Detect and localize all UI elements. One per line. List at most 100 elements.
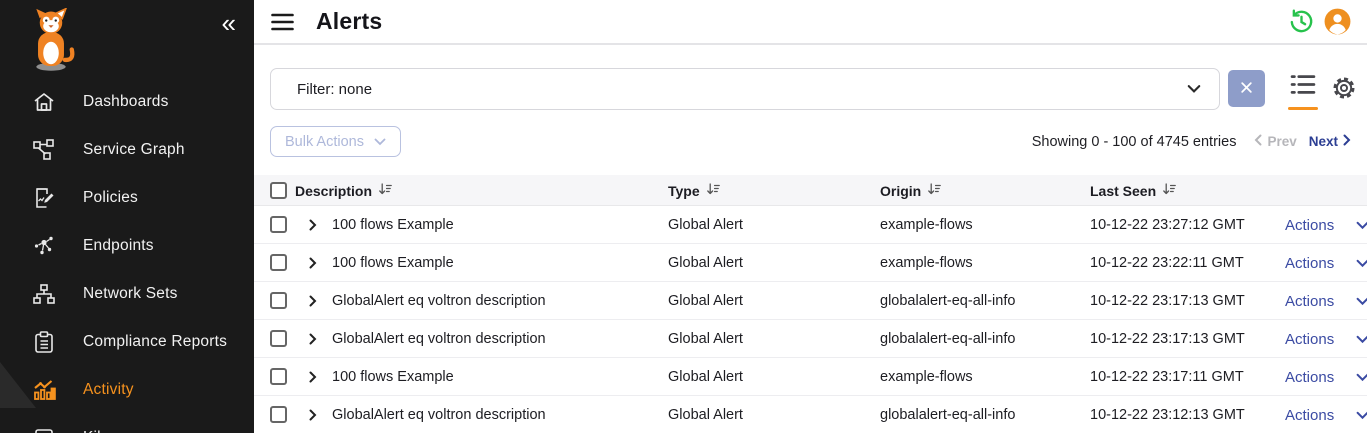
actions-label: Actions	[1285, 217, 1334, 234]
column-header-type[interactable]: Type	[668, 175, 720, 206]
column-header-last-seen[interactable]: Last Seen	[1090, 175, 1176, 206]
actions-dropdown[interactable]: Actions	[1285, 206, 1367, 244]
row-checkbox[interactable]	[270, 330, 287, 347]
alert-description: 100 flows Example	[332, 244, 454, 282]
column-header-origin[interactable]: Origin	[880, 175, 941, 206]
showing-entries-text: Showing 0 - 100 of 4745 entries	[1032, 134, 1237, 150]
alert-last-seen: 10-12-22 23:22:11 GMT	[1090, 244, 1244, 282]
sidebar-item-network-sets[interactable]: Network Sets	[0, 270, 254, 318]
page-title: Alerts	[316, 8, 382, 35]
history-icon[interactable]	[1287, 8, 1315, 36]
chevron-down-icon	[1356, 373, 1367, 382]
actions-dropdown[interactable]: Actions	[1285, 244, 1367, 282]
menu-icon[interactable]	[270, 12, 296, 32]
chevron-down-icon	[1356, 411, 1367, 420]
calico-cat-logo	[25, 8, 77, 72]
compliance-reports-icon	[31, 329, 57, 355]
list-icon	[1290, 74, 1316, 100]
actions-label: Actions	[1285, 369, 1334, 386]
next-page-button[interactable]: Next	[1309, 134, 1351, 149]
bulk-actions-button[interactable]: Bulk Actions	[270, 126, 401, 157]
actions-label: Actions	[1285, 331, 1334, 348]
sidebar-item-policies[interactable]: Policies	[0, 174, 254, 222]
alert-origin: globalalert-eq-all-info	[880, 282, 1015, 320]
select-all-checkbox[interactable]	[270, 182, 287, 199]
settings-gear-icon[interactable]	[1330, 74, 1358, 102]
alert-last-seen: 10-12-22 23:17:13 GMT	[1090, 320, 1245, 358]
list-view-tab[interactable]	[1288, 74, 1318, 110]
alert-description: 100 flows Example	[332, 206, 454, 244]
row-checkbox[interactable]	[270, 368, 287, 385]
alerts-table: Description Type Origin	[254, 175, 1367, 433]
activity-icon	[31, 377, 57, 403]
row-checkbox[interactable]	[270, 406, 287, 423]
alert-last-seen: 10-12-22 23:17:11 GMT	[1090, 358, 1244, 396]
sort-icon	[927, 182, 941, 199]
alert-type: Global Alert	[668, 206, 743, 244]
chevron-right-icon[interactable]	[309, 219, 317, 231]
topbar-actions	[1287, 8, 1351, 36]
filter-dropdown[interactable]: Filter: none	[270, 68, 1220, 110]
sidebar-item-activity[interactable]: Activity	[0, 366, 254, 414]
chevron-down-icon	[1356, 297, 1367, 306]
chevron-down-icon	[374, 134, 386, 150]
sidebar-item-label: Dashboards	[83, 93, 169, 111]
endpoints-icon	[31, 233, 57, 259]
actions-dropdown[interactable]: Actions	[1285, 320, 1367, 358]
sidebar: «	[0, 0, 254, 433]
alert-type: Global Alert	[668, 282, 743, 320]
chevron-right-icon[interactable]	[309, 295, 317, 307]
main-area: Alerts	[254, 0, 1367, 433]
column-label: Type	[668, 183, 700, 199]
sidebar-collapse-icon[interactable]: «	[222, 10, 236, 36]
sidebar-item-dashboards[interactable]: Dashboards	[0, 78, 254, 126]
actions-label: Actions	[1285, 255, 1334, 272]
column-header-description[interactable]: Description	[295, 175, 392, 206]
sidebar-item-service-graph[interactable]: Service Graph	[0, 126, 254, 174]
chevron-down-icon	[1356, 221, 1367, 230]
active-tab-underline	[1288, 107, 1318, 110]
actions-label: Actions	[1285, 407, 1334, 424]
alert-description: GlobalAlert eq voltron description	[332, 282, 546, 320]
sidebar-item-label: Endpoints	[83, 237, 154, 255]
chevron-right-icon[interactable]	[309, 333, 317, 345]
sidebar-item-label: Service Graph	[83, 141, 185, 159]
clear-filter-button[interactable]	[1228, 70, 1265, 107]
sidebar-item-label: Compliance Reports	[83, 333, 227, 351]
alert-origin: globalalert-eq-all-info	[880, 320, 1015, 358]
alert-last-seen: 10-12-22 23:17:13 GMT	[1090, 282, 1245, 320]
column-label: Last Seen	[1090, 183, 1156, 199]
sidebar-item-endpoints[interactable]: Endpoints	[0, 222, 254, 270]
sidebar-item-label: Activity	[83, 381, 134, 399]
sidebar-item-kibana[interactable]: Kibana	[0, 414, 254, 433]
alert-description: GlobalAlert eq voltron description	[332, 320, 546, 358]
chevron-right-icon[interactable]	[309, 257, 317, 269]
prev-page-button[interactable]: Prev	[1254, 134, 1296, 149]
home-icon	[31, 89, 57, 115]
alert-last-seen: 10-12-22 23:12:13 GMT	[1090, 396, 1245, 433]
service-graph-icon	[31, 137, 57, 163]
kibana-icon	[31, 425, 57, 433]
chevron-down-icon	[1356, 335, 1367, 344]
user-avatar[interactable]	[1323, 8, 1351, 36]
row-checkbox[interactable]	[270, 216, 287, 233]
actions-label: Actions	[1285, 293, 1334, 310]
chevron-right-icon	[1343, 134, 1351, 149]
row-checkbox[interactable]	[270, 254, 287, 271]
row-checkbox[interactable]	[270, 292, 287, 309]
network-sets-icon	[31, 281, 57, 307]
chevron-right-icon[interactable]	[309, 409, 317, 421]
actions-dropdown[interactable]: Actions	[1285, 396, 1367, 433]
chevron-right-icon[interactable]	[309, 371, 317, 383]
alert-description: GlobalAlert eq voltron description	[332, 396, 546, 433]
policies-icon	[31, 185, 57, 211]
actions-dropdown[interactable]: Actions	[1285, 358, 1367, 396]
alert-last-seen: 10-12-22 23:27:12 GMT	[1090, 206, 1245, 244]
close-icon	[1240, 81, 1253, 97]
alert-type: Global Alert	[668, 244, 743, 282]
actions-dropdown[interactable]: Actions	[1285, 282, 1367, 320]
sidebar-item-label: Kibana	[83, 429, 132, 433]
table-toolbar: Bulk Actions Showing 0 - 100 of 4745 ent…	[270, 126, 1351, 158]
table-row: GlobalAlert eq voltron description Globa…	[254, 396, 1367, 433]
sidebar-item-compliance-reports[interactable]: Compliance Reports	[0, 318, 254, 366]
